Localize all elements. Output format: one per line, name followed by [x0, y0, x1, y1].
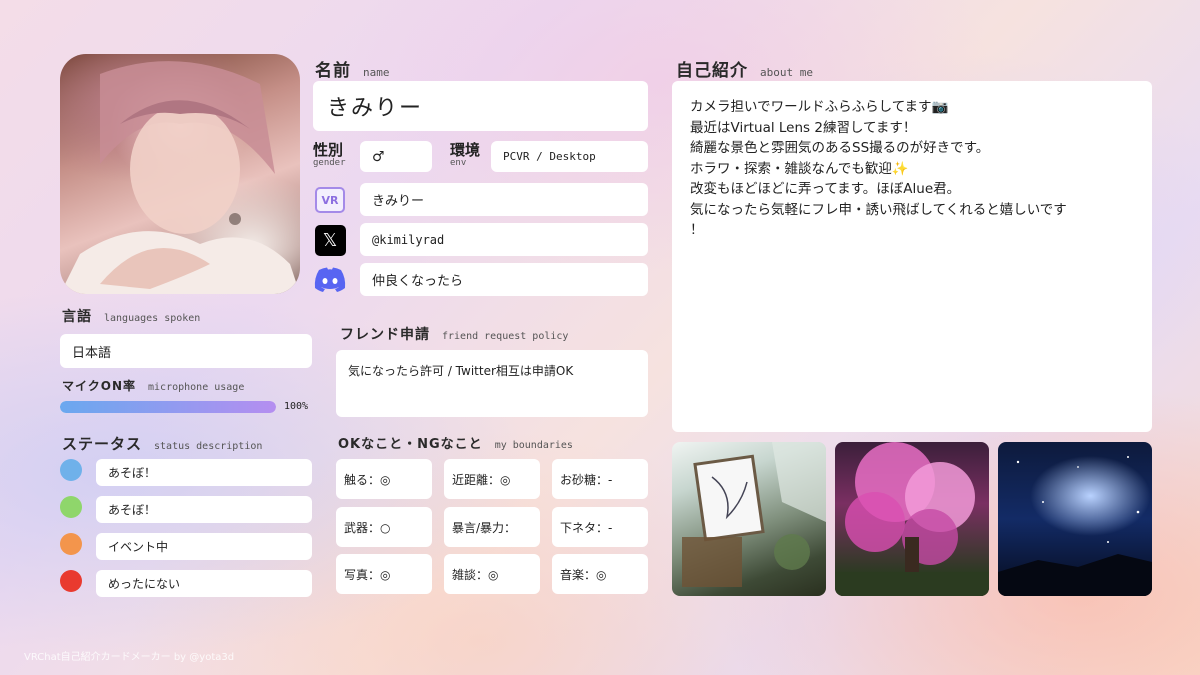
about-line: 最近はVirtual Lens 2練習してます！ — [690, 119, 917, 136]
vrchat-icon: VR — [313, 183, 347, 217]
name-label-en: name — [363, 66, 390, 79]
about-header: 自己紹介 about me — [676, 56, 813, 81]
boundaries-label-en: my boundaries — [494, 440, 573, 451]
mic-label-en: microphone usage — [148, 382, 245, 393]
status-dot-blue — [60, 459, 82, 481]
friend-request-header: フレンド申請 friend request policy — [340, 324, 568, 344]
about-line: 改変もほどほどに弄ってます。ほぼAlue君。 — [690, 181, 961, 197]
x-icon: 𝕏 — [313, 223, 347, 257]
env-field: PCVR / Desktop — [491, 141, 648, 172]
about-text-box: カメラ担いでワールドふらふらしてます📷 最近はVirtual Lens 2練習し… — [672, 81, 1152, 432]
status-dot-green — [60, 496, 82, 518]
boundaries-header: OKなこと・NGなこと my boundaries — [338, 433, 573, 452]
status-header: ステータス status description — [62, 433, 262, 454]
gender-label-group: 性別 gender — [313, 142, 346, 168]
boundary-close-distance: 近距離：◎ — [444, 459, 540, 499]
status-item-blue: あそぼ！ — [96, 459, 312, 486]
photo-night-sky — [998, 456, 1152, 596]
discord-icon — [313, 263, 347, 297]
mic-usage-bar — [60, 401, 276, 413]
about-line: 気になったら気軽にフレ申・誘い飛ばしてくれると嬉しいです — [690, 201, 1067, 218]
name-header: 名前 name — [315, 56, 390, 81]
mic-usage-fill — [60, 401, 276, 413]
gender-field: ♂ — [360, 141, 432, 172]
x-account-field: @kimilyrad — [360, 223, 648, 256]
status-label-en: status description — [154, 441, 263, 452]
about-line: ！ — [690, 222, 704, 238]
status-dot-red — [60, 570, 82, 592]
gallery-photo-1 — [672, 442, 826, 596]
boundary-photos: 写真：◎ — [336, 554, 432, 594]
about-line: ホラワ・探索・雑談なんでも歓迎✨ — [690, 160, 909, 177]
about-label: 自己紹介 — [676, 61, 748, 81]
env-label-group: 環境 env — [450, 142, 480, 168]
boundaries-label: OKなこと・NGなこと — [338, 437, 483, 452]
friend-request-label-en: friend request policy — [442, 331, 569, 342]
languages-label: 言語 — [62, 309, 92, 325]
x-icon-badge: 𝕏 — [314, 224, 346, 256]
vrchat-account-field: きみりー — [360, 183, 648, 216]
discord-account-field: 仲良くなったら — [360, 263, 648, 296]
gender-label: 性別 — [313, 141, 344, 159]
friend-request-label: フレンド申請 — [340, 327, 430, 343]
boundary-dirty-jokes: 下ネタ：- — [552, 507, 648, 547]
photo-cherry-tree — [835, 442, 989, 596]
about-line: カメラ担いでワールドふらふらしてます📷 — [690, 99, 949, 115]
footer-credit: VRChat自己紹介カードメーカー by @yota3d — [24, 652, 235, 663]
discord-logo — [314, 267, 346, 292]
gallery-photo-2 — [835, 442, 989, 596]
gallery-photo-3 — [998, 442, 1152, 596]
avatar-image — [60, 54, 300, 294]
languages-field: 日本語 — [60, 334, 312, 368]
env-label-en: env — [450, 158, 467, 168]
about-label-en: about me — [760, 66, 813, 79]
languages-label-en: languages spoken — [104, 313, 201, 324]
env-label: 環境 — [450, 141, 481, 159]
status-label: ステータス — [62, 435, 143, 453]
boundary-sugar: お砂糖：- — [552, 459, 648, 499]
boundary-music: 音楽：◎ — [552, 554, 648, 594]
name-field: きみりー — [313, 81, 648, 131]
mic-usage-value: 100% — [284, 401, 309, 412]
vrchat-icon-badge: VR — [315, 187, 345, 213]
about-line: 綺麗な景色と雰囲気のあるSS撮るのが好きです。 — [690, 140, 990, 156]
mic-header: マイクON率 microphone usage — [62, 377, 244, 394]
status-item-orange: イベント中 — [96, 533, 312, 560]
boundary-touch: 触る：◎ — [336, 459, 432, 499]
photo-easel-scene — [682, 442, 826, 587]
boundary-violence: 暴言/暴力： — [444, 507, 540, 547]
boundary-chat: 雑談：◎ — [444, 554, 540, 594]
languages-header: 言語 languages spoken — [62, 306, 200, 326]
name-label: 名前 — [315, 61, 351, 81]
boundary-weapons: 武器：○ — [336, 507, 432, 547]
mic-label: マイクON率 — [62, 379, 137, 393]
gender-label-en: gender — [313, 158, 346, 168]
status-dot-orange — [60, 533, 82, 555]
status-item-green: あそぼ！ — [96, 496, 312, 523]
avatar-illustration — [60, 61, 300, 294]
status-item-red: めったにない — [96, 570, 312, 597]
friend-request-field: 気になったら許可 / Twitter相互は申請OK — [336, 350, 648, 417]
